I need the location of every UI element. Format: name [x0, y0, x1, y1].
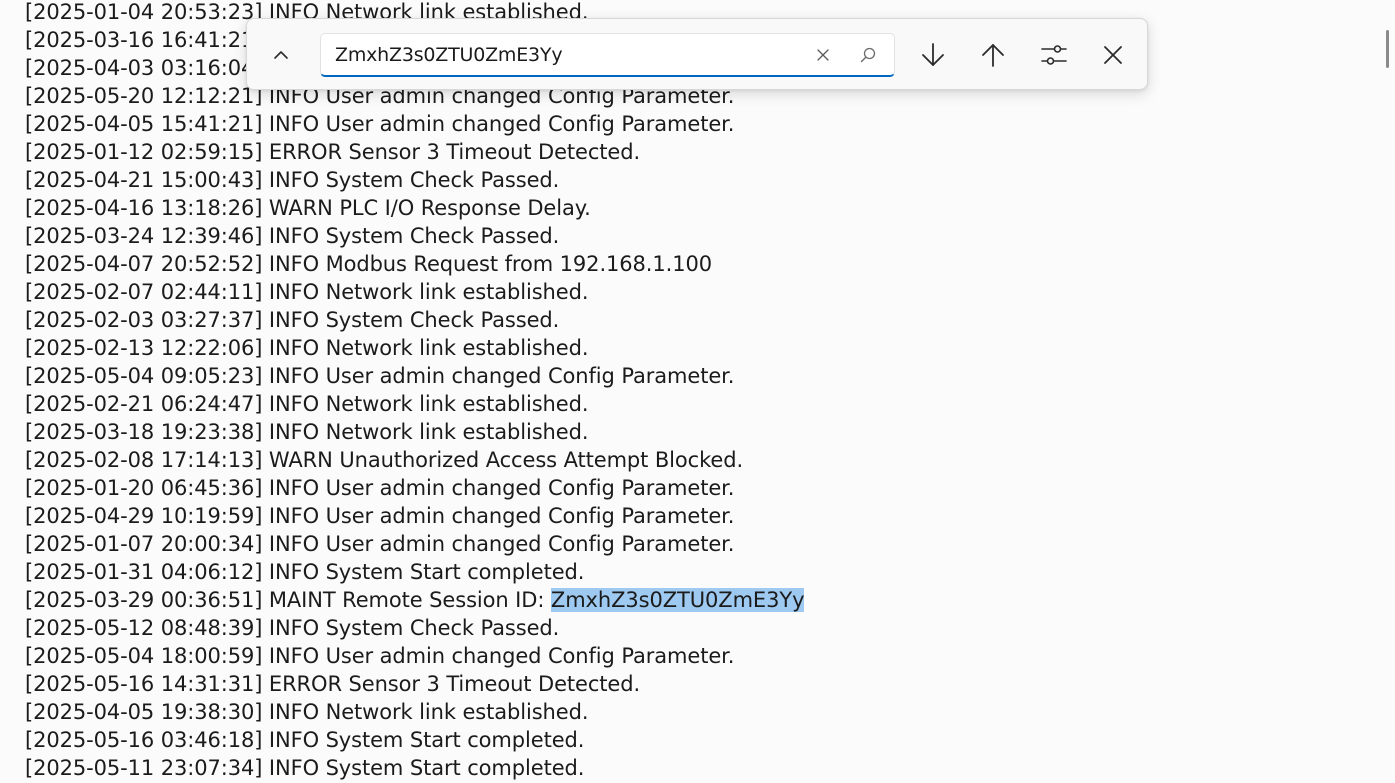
log-line: [2025-04-29 10:19:59] INFO User admin ch…: [25, 502, 804, 530]
log-line: [2025-01-12 02:59:15] ERROR Sensor 3 Tim…: [25, 138, 804, 166]
log-line-text: [2025-04-05 19:38:30] INFO Network link …: [25, 700, 589, 724]
log-line: [2025-02-03 03:27:37] INFO System Check …: [25, 306, 804, 334]
chevron-up-icon: [274, 51, 288, 59]
sliders-icon: [1041, 45, 1067, 65]
log-line-text: [2025-05-12 08:48:39] INFO System Check …: [25, 616, 560, 640]
log-line: [2025-01-07 20:00:34] INFO User admin ch…: [25, 530, 804, 558]
log-line-text: [2025-05-16 14:31:31] ERROR Sensor 3 Tim…: [25, 672, 641, 696]
log-line: [2025-02-07 02:44:11] INFO Network link …: [25, 278, 804, 306]
log-line-text: [2025-04-05 15:41:21] INFO User admin ch…: [25, 112, 735, 136]
arrow-down-icon: [922, 43, 944, 66]
log-line-text: [2025-02-21 06:24:47] INFO Network link …: [25, 392, 589, 416]
log-text-area: [2025-01-04 20:53:23] INFO Network link …: [25, 0, 805, 782]
log-line: [2025-04-07 20:52:52] INFO Modbus Reques…: [25, 250, 804, 278]
log-line-text: [2025-02-03 03:27:37] INFO System Check …: [25, 308, 560, 332]
log-line: [2025-02-08 17:14:13] WARN Unauthorized …: [25, 446, 804, 474]
vertical-scrollbar[interactable]: [1380, 0, 1395, 783]
expand-replace-button[interactable]: [261, 35, 301, 75]
log-line-text: [2025-02-13 12:22:06] INFO Network link …: [25, 336, 589, 360]
log-line: [2025-05-16 14:31:31] ERROR Sensor 3 Tim…: [25, 670, 804, 698]
log-line: [2025-03-24 12:39:46] INFO System Check …: [25, 222, 804, 250]
find-next-button[interactable]: [913, 35, 953, 75]
close-find-button[interactable]: [1093, 35, 1133, 75]
log-line: [2025-05-04 09:05:23] INFO User admin ch…: [25, 362, 804, 390]
log-line-text: [2025-05-04 18:00:59] INFO User admin ch…: [25, 644, 735, 668]
search-input[interactable]: [335, 42, 785, 68]
find-previous-button[interactable]: [973, 35, 1013, 75]
search-button[interactable]: [854, 42, 882, 68]
close-small-icon: [817, 49, 829, 61]
close-icon: [1104, 46, 1122, 64]
arrow-up-icon: [982, 44, 1004, 67]
log-line-text: [2025-04-07 20:52:52] INFO Modbus Reques…: [25, 252, 712, 276]
log-line: [2025-01-20 06:45:36] INFO User admin ch…: [25, 474, 804, 502]
log-line-text: [2025-01-07 20:00:34] INFO User admin ch…: [25, 532, 735, 556]
log-line: [2025-01-31 04:06:12] INFO System Start …: [25, 558, 804, 586]
log-line: [2025-02-21 06:24:47] INFO Network link …: [25, 390, 804, 418]
log-line: [2025-04-16 13:18:26] WARN PLC I/O Respo…: [25, 194, 804, 222]
log-line-text: [2025-01-31 04:06:12] INFO System Start …: [25, 560, 585, 584]
log-line: [2025-05-16 03:46:18] INFO System Start …: [25, 726, 804, 754]
log-line-text: [2025-04-21 15:00:43] INFO System Check …: [25, 168, 560, 192]
log-line-text: [2025-04-29 10:19:59] INFO User admin ch…: [25, 504, 735, 528]
log-line-text: [2025-02-08 17:14:13] WARN Unauthorized …: [25, 448, 744, 472]
search-options-button[interactable]: [1034, 35, 1074, 75]
log-line-text: [2025-01-20 06:45:36] INFO User admin ch…: [25, 476, 735, 500]
log-line-text: [2025-03-24 12:39:46] INFO System Check …: [25, 224, 560, 248]
log-line: [2025-04-05 15:41:21] INFO User admin ch…: [25, 110, 804, 138]
scrollbar-thumb[interactable]: [1386, 30, 1389, 68]
find-bar: [246, 18, 1148, 90]
log-line: [2025-05-12 08:48:39] INFO System Check …: [25, 614, 804, 642]
log-line-text: [2025-05-04 09:05:23] INFO User admin ch…: [25, 364, 735, 388]
log-line: [2025-04-05 19:38:30] INFO Network link …: [25, 698, 804, 726]
log-line: [2025-05-11 23:07:34] INFO System Start …: [25, 754, 804, 782]
search-match-highlight: ZmxhZ3s0ZTU0ZmE3Yy: [550, 588, 805, 612]
log-line: [2025-02-13 12:22:06] INFO Network link …: [25, 334, 804, 362]
log-line-text: [2025-04-16 13:18:26] WARN PLC I/O Respo…: [25, 196, 591, 220]
log-line: [2025-03-29 00:36:51] MAINT Remote Sessi…: [25, 586, 805, 614]
clear-search-button[interactable]: [809, 42, 837, 68]
log-line-text: [2025-03-29 00:36:51] MAINT Remote Sessi…: [25, 588, 551, 612]
log-line-text: [2025-02-07 02:44:11] INFO Network link …: [25, 280, 589, 304]
text-editor[interactable]: [2025-01-04 20:53:23] INFO Network link …: [0, 0, 1380, 783]
log-line: [2025-05-04 18:00:59] INFO User admin ch…: [25, 642, 804, 670]
log-line: [2025-04-21 15:00:43] INFO System Check …: [25, 166, 804, 194]
magnifier-icon: [860, 47, 876, 63]
search-box[interactable]: [320, 33, 895, 77]
log-line-text: [2025-01-12 02:59:15] ERROR Sensor 3 Tim…: [25, 140, 641, 164]
log-line: [2025-03-18 19:23:38] INFO Network link …: [25, 418, 804, 446]
log-line-text: [2025-03-18 19:23:38] INFO Network link …: [25, 420, 589, 444]
log-line-text: [2025-05-16 03:46:18] INFO System Start …: [25, 728, 585, 752]
log-line-text: [2025-05-11 23:07:34] INFO System Start …: [25, 756, 585, 780]
